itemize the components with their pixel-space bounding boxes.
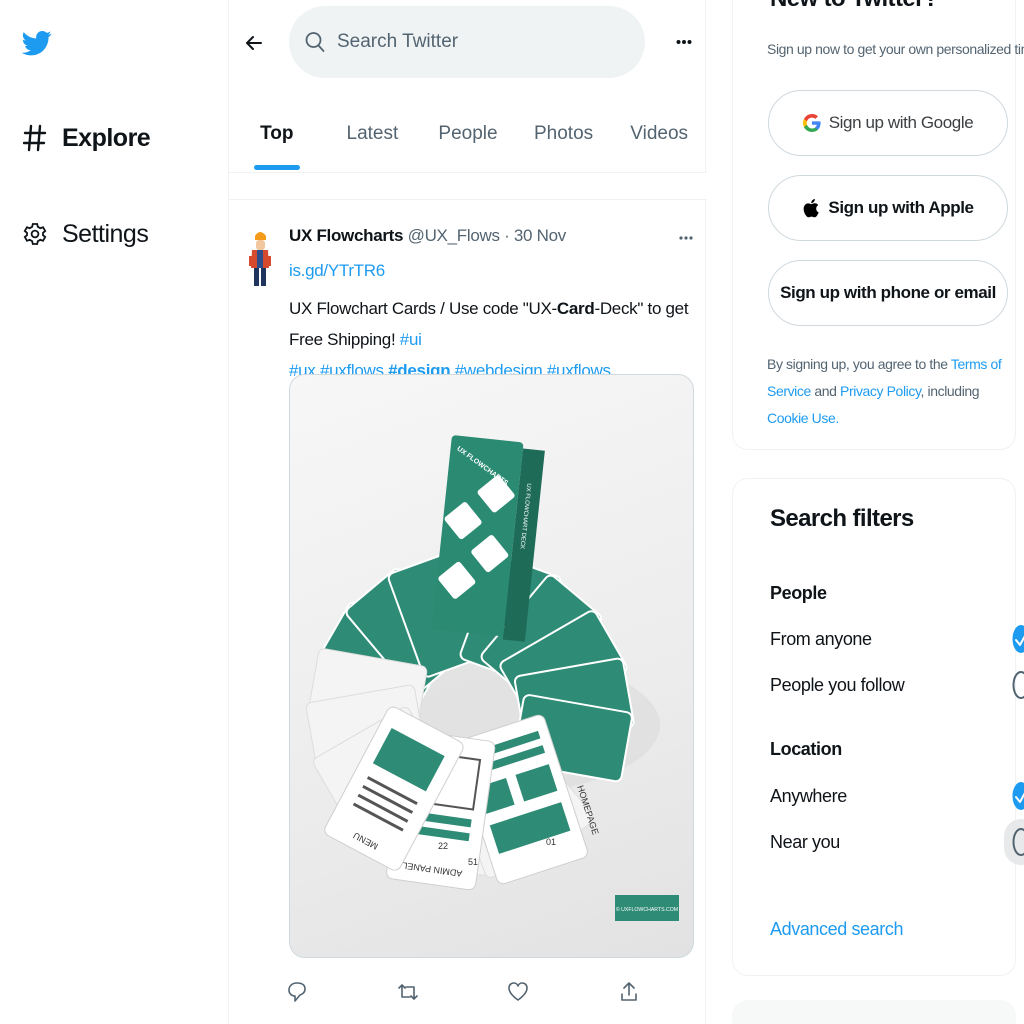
search-icon bbox=[305, 31, 325, 53]
filter-people-you-follow[interactable]: People you follow bbox=[770, 670, 1024, 700]
share-icon[interactable] bbox=[615, 978, 643, 1006]
hashtag-icon bbox=[22, 122, 48, 154]
filter-anywhere[interactable]: Anywhere bbox=[770, 781, 1024, 811]
author-handle[interactable]: @UX_Flows bbox=[408, 226, 500, 245]
filter-section-location: Location bbox=[770, 739, 842, 759]
privacy-link[interactable]: Privacy Policy bbox=[840, 383, 921, 399]
legal-text: By signing up, you agree to the bbox=[767, 356, 951, 372]
reply-icon[interactable] bbox=[283, 978, 311, 1006]
main-column: Top Latest People Photos Videos UX Flowc… bbox=[228, 0, 707, 1024]
signup-card: New to Twitter? Sign up now to get your … bbox=[732, 0, 1024, 450]
search-input[interactable] bbox=[337, 31, 617, 53]
nav-label-settings: Settings bbox=[62, 219, 149, 248]
tweet-image[interactable]: HOMEPAGE ADMIN PANEL MENU UX FLOWCHARTS … bbox=[289, 374, 694, 958]
card-number: 22 bbox=[438, 841, 448, 851]
tweet-actions bbox=[283, 978, 643, 1012]
hashtag-ui[interactable]: #ui bbox=[400, 330, 422, 349]
radio-unchecked-icon[interactable] bbox=[1012, 670, 1024, 700]
nav-item-explore[interactable]: Explore bbox=[22, 122, 151, 154]
signup-apple-label: Sign up with Apple bbox=[828, 198, 974, 217]
legal-text: . bbox=[835, 410, 839, 426]
nav-label-explore: Explore bbox=[62, 123, 151, 152]
author-name[interactable]: UX Flowcharts bbox=[289, 226, 403, 245]
tweet-text-bold: Card bbox=[556, 299, 595, 318]
signup-title: New to Twitter? bbox=[770, 0, 938, 13]
filter-option-label: Near you bbox=[770, 831, 840, 852]
left-navigation: Explore Settings bbox=[0, 0, 228, 1024]
search-tabs: Top Latest People Photos Videos bbox=[229, 96, 707, 172]
filters-title: Search filters bbox=[770, 505, 914, 532]
signup-phone-button[interactable]: Sign up with phone or email bbox=[768, 260, 1008, 326]
tab-latest[interactable]: Latest bbox=[325, 96, 421, 172]
filter-near-you[interactable]: Near you bbox=[770, 819, 1024, 865]
signup-subtitle: Sign up now to get your own personalized… bbox=[767, 41, 1024, 57]
retweet-icon[interactable] bbox=[394, 978, 422, 1006]
tweet-timestamp[interactable]: 30 Nov bbox=[514, 226, 566, 245]
radio-unchecked-icon[interactable] bbox=[1004, 819, 1024, 865]
card-number: 51 bbox=[468, 857, 478, 867]
cookie-link[interactable]: Cookie Use bbox=[767, 410, 836, 426]
signup-google-button[interactable]: Sign up with Google bbox=[768, 90, 1008, 156]
filter-from-anyone[interactable]: From anyone bbox=[770, 624, 1024, 654]
tab-people[interactable]: People bbox=[420, 96, 516, 172]
tweet-more-icon[interactable] bbox=[673, 228, 699, 248]
legal-text: , including bbox=[920, 383, 980, 399]
tweet-link[interactable]: is.gd/YTrTR6 bbox=[289, 261, 385, 281]
signup-apple-button[interactable]: Sign up with Apple bbox=[768, 175, 1008, 241]
card-number: 01 bbox=[546, 837, 556, 847]
radio-checked-icon[interactable] bbox=[1012, 781, 1024, 811]
image-watermark: © UXFLOWCHARTS.COM bbox=[616, 906, 678, 913]
signup-legal-text: By signing up, you agree to the Terms of… bbox=[767, 351, 1017, 432]
tweet[interactable]: UX Flowcharts @UX_Flows · 30 Nov is.gd/Y… bbox=[229, 200, 707, 1024]
tweet-text: UX Flowchart Cards / Use code "UX-Card-D… bbox=[289, 293, 699, 386]
separator-dot: · bbox=[504, 226, 510, 245]
tweet-header: UX Flowcharts @UX_Flows · 30 Nov bbox=[289, 226, 566, 246]
legal-text: and bbox=[810, 383, 841, 399]
more-options-icon[interactable] bbox=[669, 28, 699, 56]
tab-top[interactable]: Top bbox=[229, 96, 325, 172]
like-icon[interactable] bbox=[504, 978, 532, 1006]
search-filters-card: Search filters People From anyone People… bbox=[732, 478, 1024, 976]
tweet-text-part: UX Flowchart Cards / Use code "UX- bbox=[289, 299, 557, 318]
apple-icon bbox=[802, 198, 820, 218]
signup-phone-label: Sign up with phone or email bbox=[780, 283, 996, 302]
advanced-search-link[interactable]: Advanced search bbox=[770, 919, 903, 940]
tab-photos[interactable]: Photos bbox=[516, 96, 612, 172]
nav-item-settings[interactable]: Settings bbox=[22, 218, 149, 250]
divider bbox=[229, 172, 707, 200]
gear-icon bbox=[22, 218, 48, 250]
filter-section-people: People bbox=[770, 583, 827, 603]
filter-option-label: Anywhere bbox=[770, 785, 847, 806]
next-card bbox=[732, 1000, 1016, 1024]
twitter-logo-icon[interactable] bbox=[21, 22, 52, 64]
right-sidebar: New to Twitter? Sign up now to get your … bbox=[706, 0, 1024, 1024]
filter-option-label: People you follow bbox=[770, 674, 905, 695]
google-icon bbox=[802, 113, 821, 133]
filter-option-label: From anyone bbox=[770, 628, 872, 649]
tab-videos[interactable]: Videos bbox=[611, 96, 707, 172]
signup-google-label: Sign up with Google bbox=[828, 113, 974, 132]
back-arrow-icon[interactable] bbox=[237, 26, 271, 60]
avatar[interactable] bbox=[247, 228, 273, 290]
search-box[interactable] bbox=[289, 6, 645, 78]
radio-checked-icon[interactable] bbox=[1012, 624, 1024, 654]
